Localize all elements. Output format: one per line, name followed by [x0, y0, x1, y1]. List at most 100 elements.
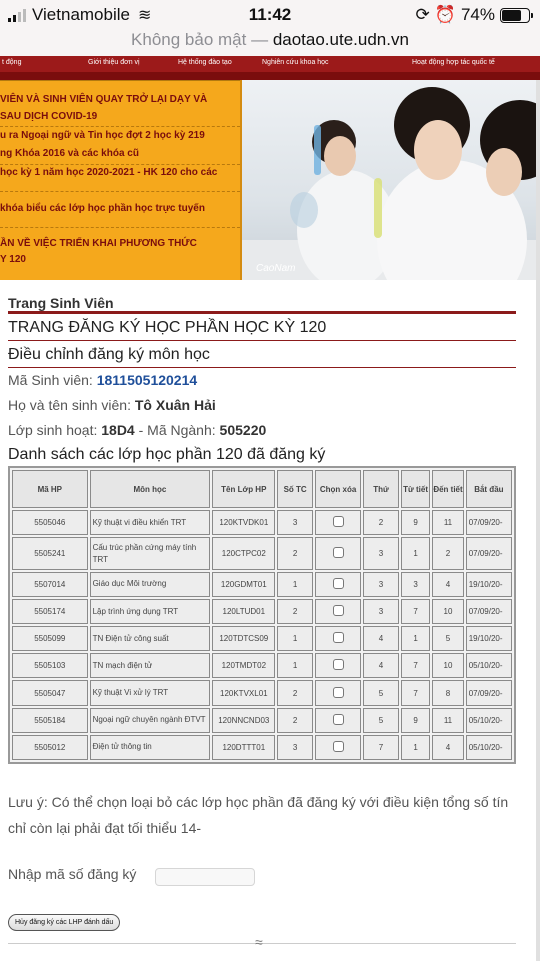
delete-checkbox[interactable]	[332, 713, 344, 725]
weekday: 5	[363, 680, 399, 706]
nav-item[interactable]: t động	[2, 59, 21, 66]
divider	[0, 227, 240, 228]
announcement-link[interactable]: học kỳ 1 năm học 2020-2021 - HK 120 cho …	[0, 164, 217, 182]
class-value: 18D4	[101, 422, 135, 438]
nav-item-gioi-thieu[interactable]: Giới thiệu đơn vị	[88, 59, 140, 66]
end-period: 8	[432, 680, 464, 706]
course-code: 5505047	[12, 680, 88, 706]
course-code: 5505241	[12, 537, 88, 570]
nav-divider	[0, 72, 540, 80]
url-host: daotao.ute.udn.vn	[272, 30, 409, 49]
delete-select-cell	[314, 571, 362, 598]
table-row: 5505047 Kỹ thuật Vi xử lý TRT 120KTVXL01 2 5…	[12, 680, 512, 706]
col-ten-lop: Tên Lớp HP	[212, 470, 276, 508]
table-row: 5505046 Kỹ thuật vi điều khiển TRT 120KTVD…	[12, 510, 512, 536]
weekday: 3	[363, 571, 399, 598]
course-name: TN Điện tử công suất	[89, 626, 211, 652]
class-code: 120TMDT02	[212, 653, 276, 679]
weekday: 5	[363, 707, 399, 733]
class-label: Lớp sinh hoạt:	[8, 422, 98, 438]
table-row: 5505012 Điện tử thông tin 120DTTT01 3 7 1 4 05/…	[12, 734, 512, 760]
end-period: 2	[432, 537, 464, 570]
col-den-tiet: Đến tiết	[432, 470, 464, 508]
col-ma-hp: Mã HP	[12, 470, 88, 508]
start-date: 07/09/20-	[465, 680, 512, 706]
footer-icon: ≈	[255, 934, 263, 950]
start-date: 05/10/20-	[465, 734, 512, 760]
delete-checkbox[interactable]	[332, 547, 344, 558]
class-code: 120GDMT01	[212, 571, 276, 598]
col-so-tc: Số TC	[277, 470, 313, 508]
delete-checkbox[interactable]	[332, 632, 344, 644]
course-name: Điện tử thông tin	[89, 734, 211, 760]
credits: 2	[277, 680, 313, 706]
start-date: 05/10/20-	[465, 653, 512, 679]
announcement-link[interactable]: VIÊN VÀ SINH VIÊN QUAY TRỞ LẠI DẠY VÀ	[0, 91, 207, 109]
delete-select-cell	[314, 680, 362, 706]
class-code: 120KTVDK01	[212, 510, 276, 536]
credits: 1	[277, 571, 313, 598]
registered-list-title: Danh sách các lớp học phần 120 đã đăng k…	[8, 446, 326, 463]
student-name-label: Họ và tên sinh viên:	[8, 397, 131, 413]
students-lab-illustration	[242, 87, 538, 280]
announcement-link[interactable]: ng Khóa 2016 và các khóa cũ	[0, 145, 139, 163]
class-code: 120DTTT01	[212, 734, 276, 760]
page-scrollbar[interactable]	[536, 80, 540, 961]
end-period: 11	[432, 707, 464, 733]
announcement-link[interactable]: u ra Ngoại ngữ và Tin học đợt 2 học kỳ 2…	[0, 127, 205, 145]
nav-item-hop-tac[interactable]: Hoạt động hợp tác quốc tế	[412, 59, 495, 66]
page-subtitle: Điều chỉnh đăng ký môn học	[8, 343, 516, 368]
major-label: - Mã Ngành:	[138, 422, 216, 438]
weekday: 3	[363, 537, 399, 570]
address-bar[interactable]: Không bảo mật — daotao.ute.udn.vn	[0, 30, 540, 56]
announcement-link[interactable]: ẦN VỀ VIỆC TRIỂN KHAI PHƯƠNG THỨC	[0, 235, 197, 253]
class-code: 120TDTCS09	[212, 626, 276, 652]
delete-checkbox[interactable]	[332, 686, 344, 698]
announcement-link[interactable]: SAU DỊCH COVID-19	[0, 108, 97, 126]
student-id-value: 1811505120214	[96, 372, 198, 388]
registration-code-label: Nhập mã số đăng ký	[8, 866, 137, 882]
major-value: 505220	[219, 422, 267, 438]
weekday: 4	[363, 626, 399, 652]
cancel-selected-button[interactable]: Hủy đăng ký các LHP đánh dấu	[8, 914, 121, 931]
col-mon-hoc: Môn học	[89, 470, 211, 508]
col-chon-xoa: Chọn xóa	[314, 470, 362, 508]
security-label: Không bảo mật —	[131, 30, 269, 49]
photo-signature: CaoNam	[256, 263, 296, 274]
start-period: 1	[400, 626, 431, 652]
weekday: 2	[363, 510, 399, 536]
delete-select-cell	[314, 707, 362, 733]
announcement-link[interactable]: Y 120	[0, 251, 26, 269]
delete-checkbox[interactable]	[332, 740, 344, 752]
student-name-row: Họ và tên sinh viên: Tô Xuân Hải	[8, 393, 516, 418]
delete-select-cell	[314, 653, 362, 679]
battery-fill	[502, 9, 522, 21]
course-name: TN mạch điện tử	[89, 653, 211, 679]
start-date: 07/09/20-	[465, 537, 512, 570]
divider	[0, 191, 240, 192]
course-code: 5507014	[12, 571, 88, 598]
student-id-label: Mã Sinh viên:	[8, 372, 93, 388]
start-period: 9	[400, 707, 431, 733]
start-period: 3	[400, 571, 431, 598]
delete-checkbox[interactable]	[332, 659, 344, 671]
course-name: Lập trình ứng dụng TRT	[89, 599, 211, 625]
page-title: TRANG ĐĂNG KÝ HỌC PHẦN HỌC KỲ 120	[8, 316, 516, 341]
banner-photo: CaoNam	[240, 80, 538, 280]
table-row: 5507014 Giáo dục Môi trường 120GDMT01 1 3 3 4 1…	[12, 571, 512, 598]
nav-item-he-thong-dao-tao[interactable]: Hệ thống đào tạo	[178, 59, 232, 66]
student-name-value: Tô Xuân Hải	[134, 397, 216, 413]
delete-checkbox[interactable]	[332, 516, 344, 528]
delete-checkbox[interactable]	[332, 577, 344, 589]
credits: 3	[277, 734, 313, 760]
credits: 1	[277, 626, 313, 652]
col-thu: Thứ	[363, 470, 399, 508]
main-content: Trang Sinh Viên TRANG ĐĂNG KÝ HỌC PHẦN H…	[8, 292, 516, 466]
class-code: 120LTUD01	[212, 599, 276, 625]
table-row: 5505103 TN mạch điện tử 120TMDT02 1 4 7 10 05/1…	[12, 653, 512, 679]
course-code: 5505103	[12, 653, 88, 679]
announcement-link[interactable]: khóa biểu các lớp học phần học trực tuyế…	[0, 200, 205, 218]
delete-checkbox[interactable]	[332, 605, 344, 617]
registration-code-input[interactable]	[155, 868, 255, 886]
nav-item-nghien-cuu[interactable]: Nghiên cứu khoa học	[262, 59, 329, 66]
